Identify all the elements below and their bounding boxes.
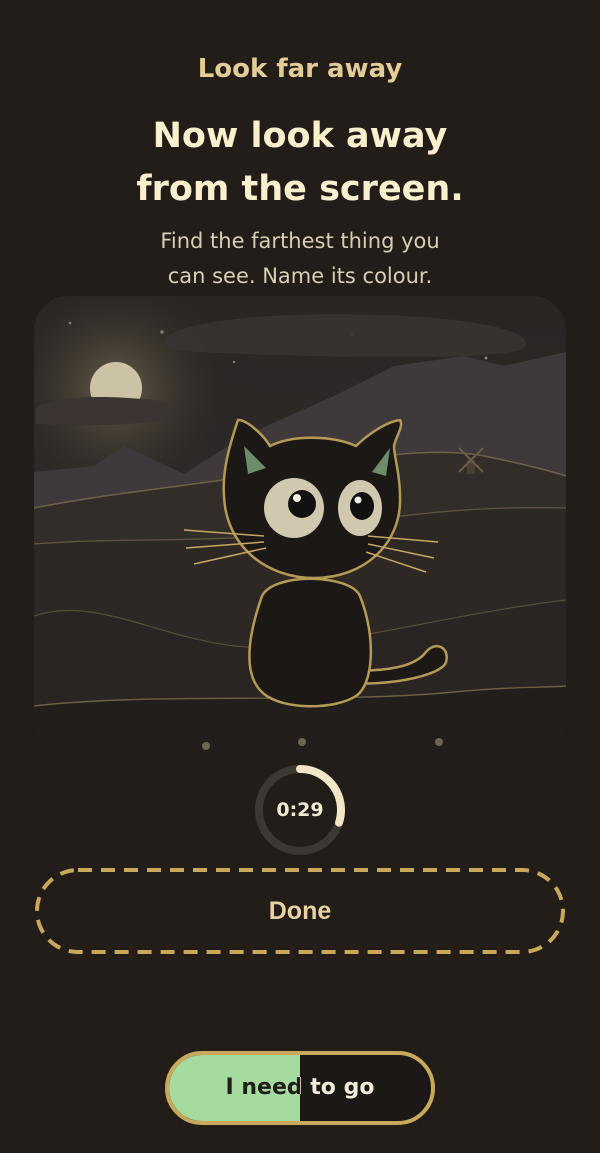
subtext-line-1: Find the farthest thing you	[160, 229, 440, 253]
hold-progress-remaining: I need to go	[300, 1055, 431, 1121]
need-to-go-label-on-fill: I need to go	[225, 1075, 300, 1100]
headline-line-1: Now look away	[152, 116, 448, 156]
timer-label: 0:29	[276, 799, 324, 821]
countdown-timer: 0:29	[253, 763, 347, 857]
subtext-line-2: can see. Name its colour.	[167, 264, 433, 288]
instruction-headline: Now look away from the screen.	[60, 110, 540, 216]
done-button-label: Done	[268, 897, 332, 925]
hold-progress-fill: I need to go	[169, 1055, 300, 1121]
night-scene-illustration	[34, 296, 566, 754]
look-away-screen: Look far away Now look away from the scr…	[0, 0, 600, 1153]
headline-line-2: from the screen.	[136, 169, 464, 209]
exercise-title: Look far away	[197, 54, 403, 84]
need-to-go-hold-button[interactable]: I need to go I need to go	[165, 1051, 435, 1125]
need-to-go-label: I need to go	[300, 1075, 375, 1100]
instruction-subtext: Find the farthest thing you can see. Nam…	[120, 224, 480, 294]
done-button[interactable]: Done	[35, 868, 565, 954]
